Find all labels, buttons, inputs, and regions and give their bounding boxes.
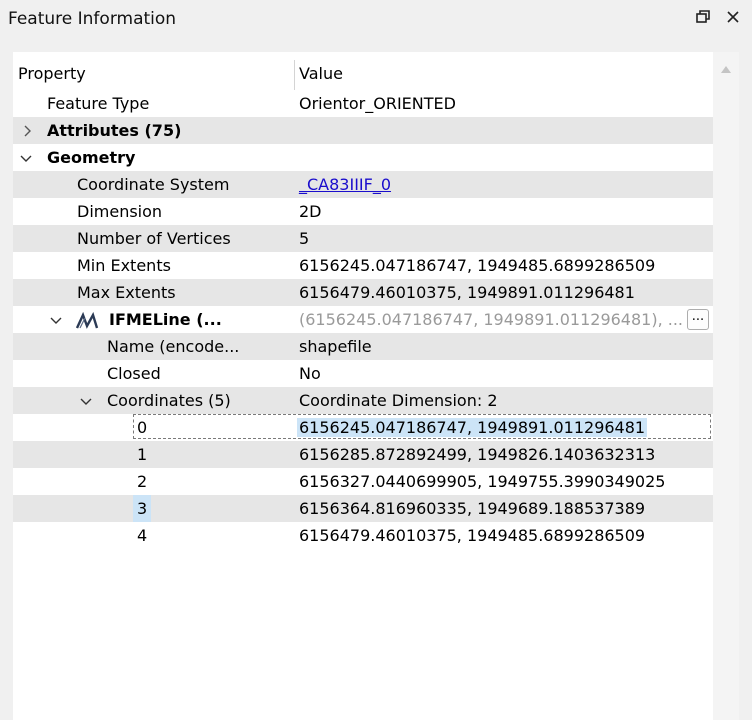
table-row[interactable]: Coordinate System _CA83IIIF_0 [13,171,713,198]
row-value: 6156245.047186747, 1949485.6899286509 [299,256,656,275]
scroll-up-arrow-icon[interactable] [719,60,733,73]
row-property: 2 [137,472,148,491]
table-row[interactable]: 3 6156364.816960335, 1949689.188537389 [13,495,713,522]
row-value: shapefile [299,337,372,356]
row-value: (6156245.047186747, 1949891.011296481), … [299,310,684,329]
table-row[interactable]: Max Extents 6156479.46010375, 1949891.01… [13,279,713,306]
panel-titlebar: Feature Information [0,0,752,38]
row-value: 6156479.46010375, 1949891.011296481 [299,283,635,302]
row-property: Number of Vertices [77,229,231,248]
restore-window-icon[interactable] [694,8,712,26]
chevron-right-icon[interactable] [21,117,35,144]
chevron-down-icon[interactable] [50,306,64,333]
row-property: 1 [137,445,148,464]
table-row[interactable]: 4 6156479.46010375, 1949485.6899286509 [13,522,713,549]
row-property: 0 [137,418,148,437]
row-property: Coordinates (5) [107,391,231,410]
feature-info-table: Property Value Feature Type Orientor_ORI… [13,52,713,720]
table-row[interactable]: Number of Vertices 5 [13,225,713,252]
line-geometry-icon [75,311,101,329]
row-value: 6156364.816960335, 1949689.188537389 [299,499,646,518]
coordinate-system-link[interactable]: _CA83IIIF_0 [299,171,391,198]
row-value: Orientor_ORIENTED [299,94,456,113]
row-property: IFMELine (... [109,310,222,329]
table-row[interactable]: Feature Type Orientor_ORIENTED [13,90,713,117]
row-property: Attributes (75) [47,121,182,140]
table-row[interactable]: Dimension 2D [13,198,713,225]
row-property: Min Extents [77,256,171,275]
more-button[interactable]: ... [687,309,709,330]
table-row[interactable]: 1 6156285.872892499, 1949826.1403632313 [13,441,713,468]
row-property: Dimension [77,202,163,221]
row-value: 6156285.872892499, 1949826.1403632313 [299,445,656,464]
close-icon[interactable] [724,8,742,26]
table-row[interactable]: 2 6156327.0440699905, 1949755.3990349025 [13,468,713,495]
table-row[interactable]: Name (encode... shapefile [13,333,713,360]
row-property: Feature Type [47,94,150,113]
table-row[interactable]: IFMELine (... (6156245.047186747, 194989… [13,306,713,333]
row-value: 6156327.0440699905, 1949755.3990349025 [299,472,666,491]
table-row[interactable]: Attributes (75) [13,117,713,144]
row-value: 6156479.46010375, 1949485.6899286509 [299,526,646,545]
table-row[interactable]: Closed No [13,360,713,387]
row-value: Coordinate Dimension: 2 [299,391,498,410]
table-row[interactable]: 0 6156245.047186747, 1949891.011296481 [13,414,713,441]
panel-title: Feature Information [8,9,177,29]
table-row[interactable]: Coordinates (5) Coordinate Dimension: 2 [13,387,713,414]
row-value: No [299,364,321,383]
column-separator[interactable] [294,60,295,90]
column-header-value[interactable]: Value [299,56,343,92]
row-property: Name (encode... [107,337,240,356]
row-value-selected[interactable]: 6156245.047186747, 1949891.011296481 [297,414,648,441]
table-header: Property Value [13,56,713,92]
row-property: Geometry [47,148,136,167]
chevron-down-icon[interactable] [20,144,34,171]
row-property: Max Extents [77,283,176,302]
table-row[interactable]: Geometry [13,144,713,171]
row-value: 2D [299,202,322,221]
vertical-scrollbar[interactable] [713,52,739,720]
row-property: Closed [107,364,161,383]
chevron-down-icon[interactable] [80,387,94,414]
table-row[interactable]: Min Extents 6156245.047186747, 1949485.6… [13,252,713,279]
column-header-property[interactable]: Property [18,56,86,92]
row-property: 3 [133,495,152,522]
row-value: 5 [299,229,310,248]
row-property: Coordinate System [77,175,230,194]
row-property: 4 [137,526,148,545]
selected-value-highlight: 6156245.047186747, 1949891.011296481 [297,418,648,437]
